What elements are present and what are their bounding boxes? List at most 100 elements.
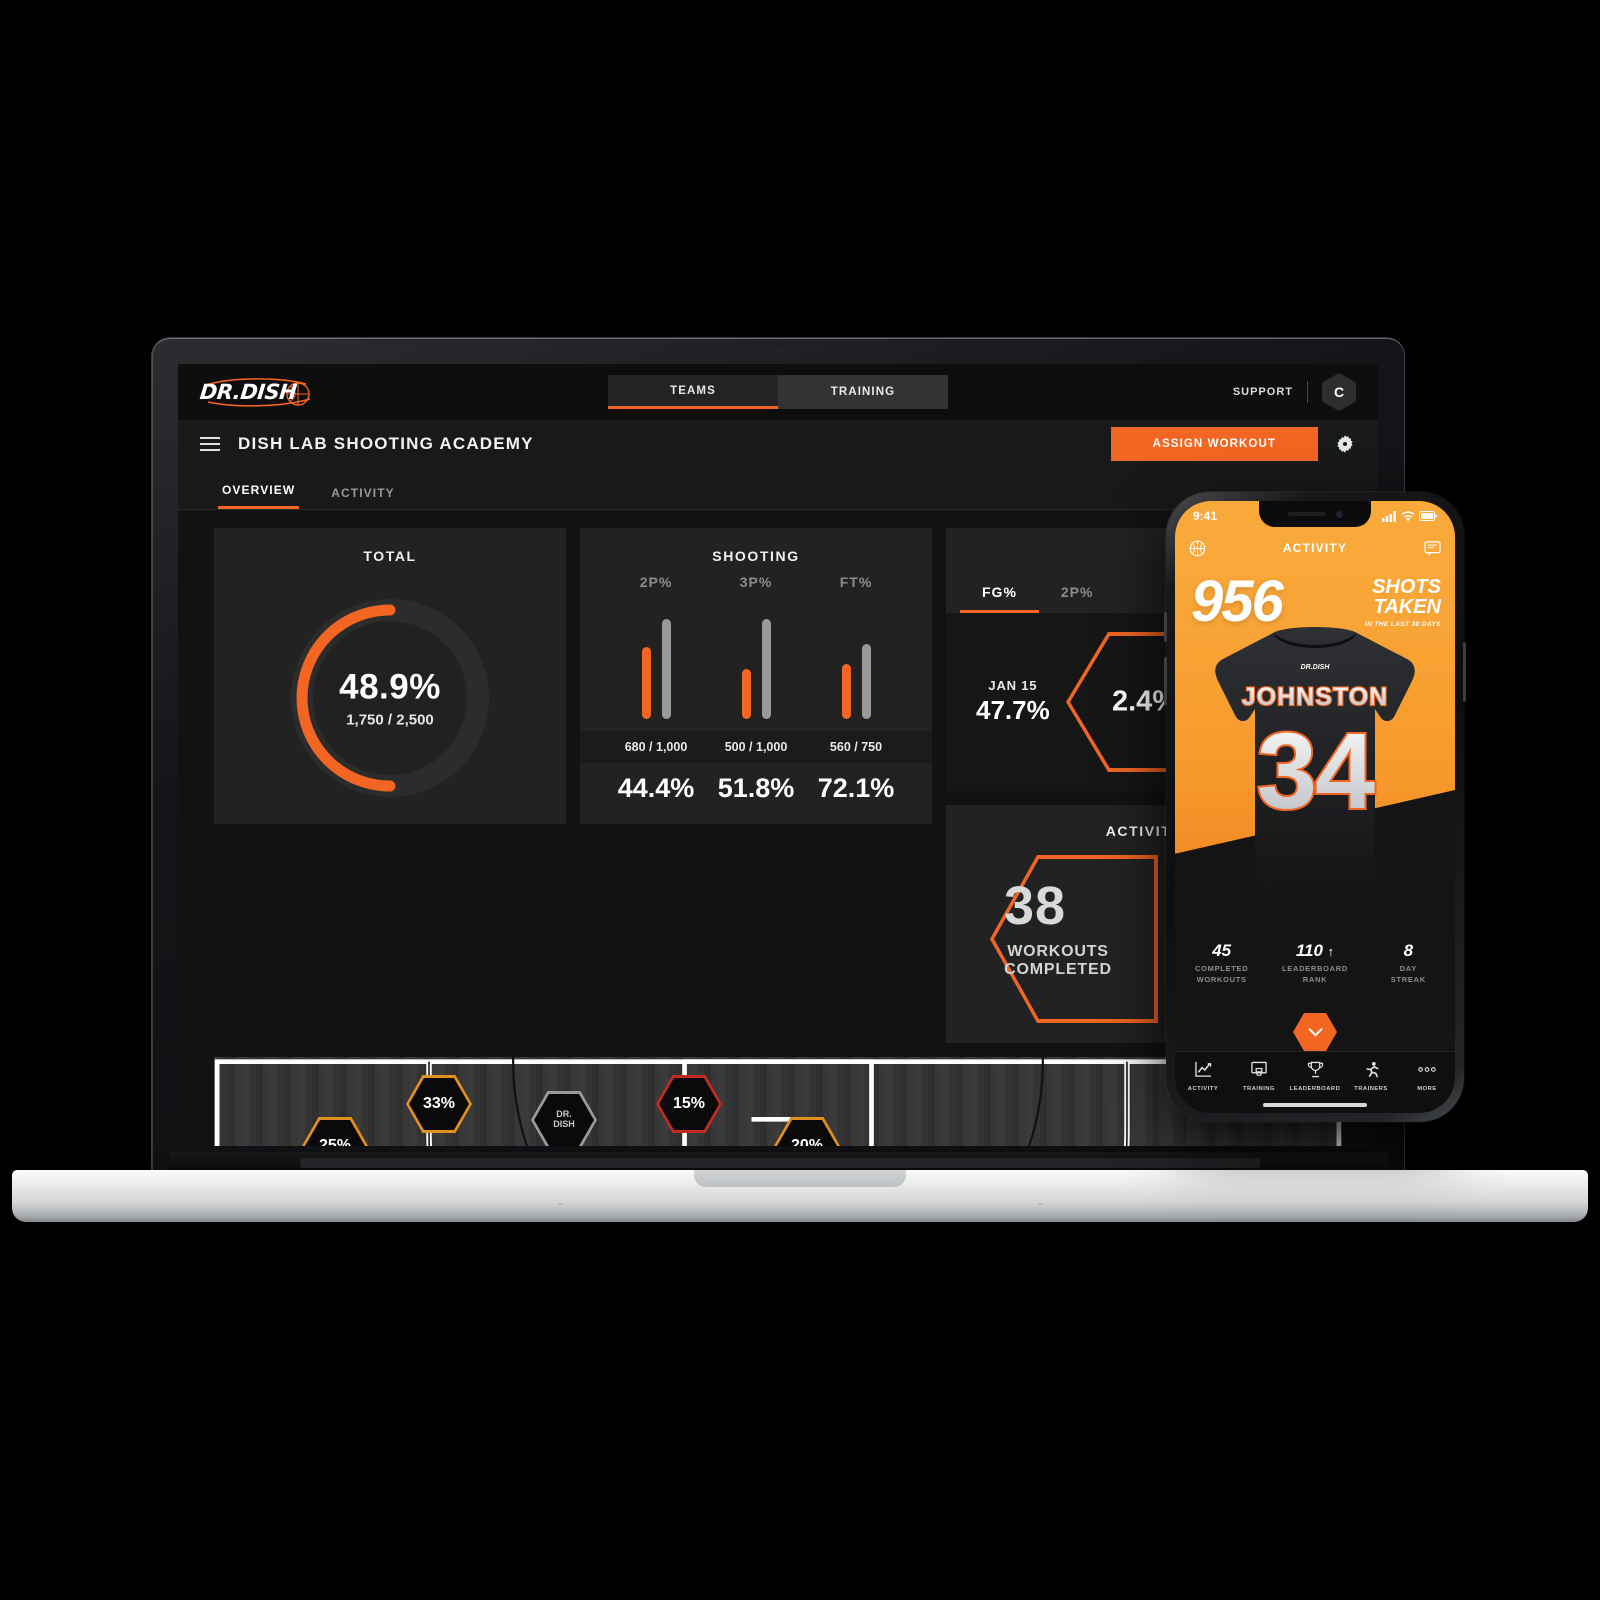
shooting-label-2p: 2P%: [639, 574, 673, 590]
shots-label-line2: TAKEN: [1373, 596, 1441, 618]
court-badge-line1: DR.: [556, 1109, 572, 1120]
court-zone-value: 15%: [672, 1095, 706, 1112]
stat-caption-line2: STREAK: [1390, 974, 1426, 984]
donut-center-labels: 48.9% 1,750 / 2,500: [214, 668, 566, 729]
phone-stats-row: 45 COMPLETED WORKOUTS 110 ↑ LEADERBOARD …: [1175, 935, 1455, 1011]
phone-tab-leaderboard-label: LEADERBOARD: [1289, 1086, 1341, 1092]
stat-value: 8: [1403, 941, 1414, 960]
chevron-down-icon: [1308, 1027, 1322, 1037]
home-indicator[interactable]: [1263, 1103, 1367, 1107]
phone-power-button[interactable]: [1463, 642, 1466, 702]
jersey-name-text: JOHNSTON: [1242, 683, 1388, 711]
brand-logo[interactable]: DR.DISH: [198, 375, 318, 409]
jersey-graphic: DR.DISH JOHNSTON 34: [1215, 627, 1415, 891]
phone-tab-more[interactable]: MORE: [1399, 1061, 1455, 1092]
total-card-title: TOTAL: [363, 548, 417, 564]
shooting-fraction-ft: 560 / 750: [829, 740, 883, 754]
brand-name: DR.DISH: [198, 380, 298, 404]
stat-value: 110: [1295, 941, 1323, 960]
runner-icon: [1365, 1061, 1378, 1078]
subtab-overview[interactable]: OVERVIEW: [218, 483, 300, 509]
total-card: TOTAL 48.9% 1,750 / 2,500: [214, 528, 566, 824]
stat-caption: COMPLETED WORKOUTS: [1175, 964, 1268, 985]
screenshot-stage: DR.DISH TEAMS TRAINING SUPPORT C DISH LA…: [0, 0, 1600, 1600]
battery-icon: [1419, 511, 1437, 521]
stat-day-streak: 8 DAY STREAK: [1362, 941, 1455, 1011]
status-time: 9:41: [1193, 509, 1218, 523]
trend-tab-fg[interactable]: FG%: [960, 572, 1039, 613]
phone-tab-training-label: TRAINING: [1242, 1086, 1276, 1092]
gear-icon[interactable]: [1334, 433, 1356, 455]
phone-tab-leaderboard[interactable]: LEADERBOARD: [1287, 1061, 1343, 1092]
column-shooting: SHOOTING 2P% 3P% FT% 680 / 1,000 500 / 1…: [580, 528, 932, 1043]
stat-completed-workouts: 45 COMPLETED WORKOUTS: [1175, 941, 1268, 1011]
shooting-label-3p: 3P%: [739, 574, 773, 590]
arrow-up-icon: ↑: [1327, 944, 1335, 959]
trend-tab-2p-label: 2P%: [1060, 584, 1094, 600]
bar-made-3p: [741, 669, 751, 719]
message-icon[interactable]: [1424, 540, 1441, 556]
shots-label-line1: SHOTS: [1372, 576, 1441, 598]
stat-value-wrap: 110 ↑: [1268, 941, 1361, 961]
avatar-initial: C: [1333, 384, 1345, 400]
status-icons: [1382, 510, 1437, 522]
expand-button[interactable]: [1293, 1013, 1337, 1051]
earpiece-speaker-icon: [1287, 512, 1326, 516]
shots-taken-label: SHOTS TAKEN IN THE LAST 30 DAYS: [1335, 577, 1441, 628]
stat-leaderboard-rank: 110 ↑ LEADERBOARD RANK: [1268, 941, 1361, 1011]
assign-workout-button[interactable]: ASSIGN WORKOUT: [1110, 427, 1318, 461]
front-camera-icon: [1335, 510, 1343, 518]
webcam-icon: [775, 349, 781, 354]
signal-icon: [1382, 510, 1396, 522]
avatar[interactable]: C: [1322, 373, 1356, 411]
subtab-overview-label: OVERVIEW: [222, 483, 296, 497]
total-donut-chart: 48.9% 1,750 / 2,500: [214, 572, 566, 824]
stat-caption-line2: WORKOUTS: [1196, 974, 1247, 984]
laptop-base-notch: [694, 1170, 906, 1187]
activity-caption: WORKOUTS COMPLETED: [988, 943, 1128, 979]
base-foot: [1038, 1203, 1043, 1205]
subtab-activity[interactable]: ACTIVITY: [327, 486, 398, 509]
shooting-percent-row: 44.4% 51.8% 72.1%: [580, 763, 932, 824]
total-fraction: 1,750 / 2,500: [346, 711, 434, 729]
trend-value: 47.7%: [976, 695, 1050, 725]
support-link[interactable]: SUPPORT: [1233, 386, 1293, 398]
shooting-fraction-3p: 500 / 1,000: [724, 740, 788, 754]
wifi-icon: [1401, 510, 1415, 521]
basketball-icon[interactable]: [1189, 540, 1206, 557]
phone-tab-activity[interactable]: ACTIVITY: [1175, 1061, 1231, 1092]
stat-caption-line1: LEADERBOARD: [1281, 964, 1349, 973]
phone-volume-buttons[interactable]: [1164, 657, 1167, 705]
jersey-number-text: 34: [1257, 710, 1375, 831]
activity-caption-line2: COMPLETED: [1004, 960, 1112, 978]
shooting-col-2p: 2P%: [606, 574, 706, 719]
bar-attempts-2p: [661, 619, 671, 719]
hoop-icon: [1251, 1061, 1267, 1076]
hamburger-icon[interactable]: [200, 437, 220, 451]
shooting-percent-3p: 51.8%: [717, 773, 795, 803]
topbar-right: SUPPORT C: [1233, 373, 1356, 411]
nav-tab-teams[interactable]: TEAMS: [608, 375, 778, 409]
activity-value: 38: [1004, 876, 1067, 936]
base-foot: [558, 1203, 563, 1205]
trend-date: JAN 15: [988, 678, 1038, 693]
stat-caption-line1: DAY: [1399, 964, 1417, 973]
trend-datapoint: JAN 15 47.7%: [976, 678, 1050, 726]
shooting-fraction-2p: 680 / 1,000: [624, 740, 688, 754]
jersey-brand-text: DR.DISH: [1301, 664, 1331, 671]
phone-mute-switch[interactable]: [1164, 612, 1167, 642]
court-zone-value: 25%: [318, 1137, 352, 1146]
shooting-card-title: SHOOTING: [712, 548, 800, 564]
phone-tab-trainers[interactable]: TRAINERS: [1343, 1061, 1399, 1092]
shooting-col-3p: 3P%: [706, 574, 806, 719]
phone-app-header: ACTIVITY: [1175, 531, 1455, 565]
laptop-hinge: [300, 1158, 1260, 1168]
trend-tab-2p[interactable]: 2P%: [1039, 572, 1116, 613]
phone-tab-training[interactable]: TRAINING: [1231, 1061, 1287, 1092]
stat-caption: DAY STREAK: [1362, 964, 1455, 985]
chart-line-icon: [1194, 1061, 1211, 1077]
phone-header-title: ACTIVITY: [1282, 541, 1348, 555]
nav-tab-training[interactable]: TRAINING: [778, 375, 948, 409]
court-zone-value: 20%: [790, 1137, 824, 1146]
trend-tab-fg-label: FG%: [982, 584, 1017, 600]
